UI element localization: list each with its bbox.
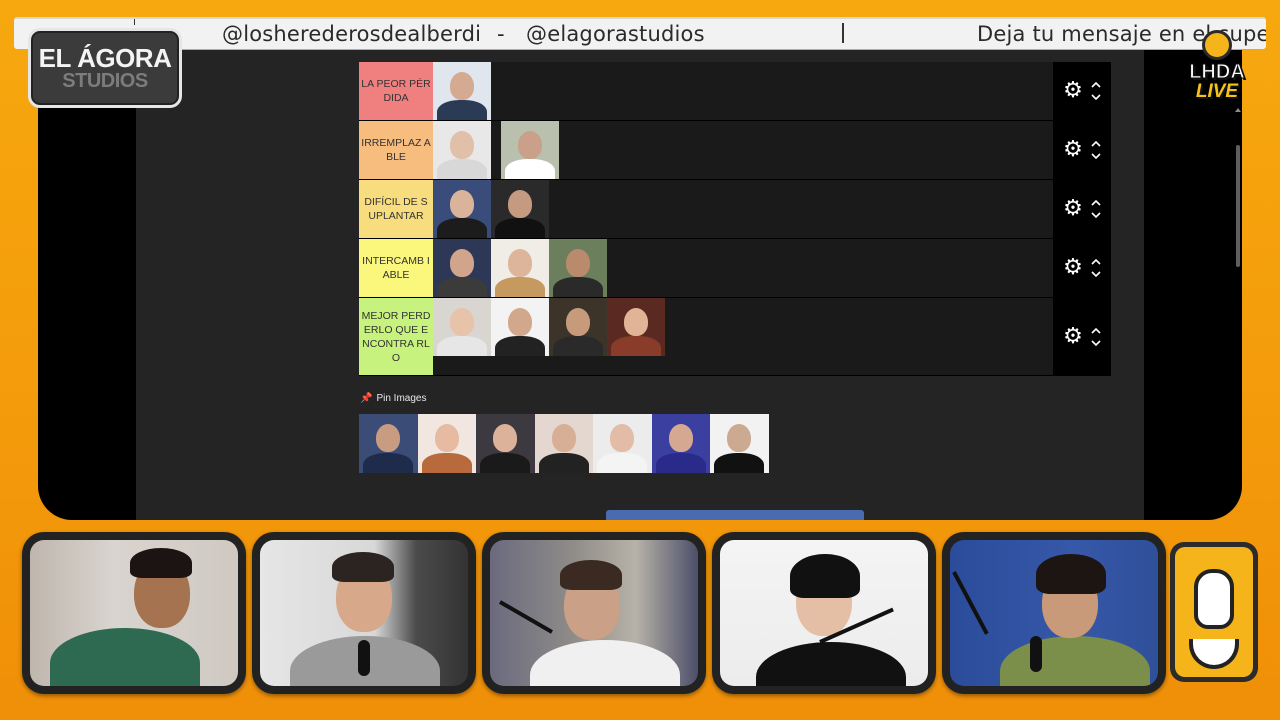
tier-label[interactable]: IRREMPLAZ ABLE <box>359 121 433 179</box>
ticker-bar: @losherederosdealberdi - @elagorastudios… <box>14 17 1266 49</box>
pin-image[interactable] <box>476 414 535 473</box>
tier-controls: ⚙ <box>1053 121 1111 179</box>
pin-image[interactable] <box>710 414 769 473</box>
tier-label[interactable]: INTERCAMB IABLE <box>359 239 433 297</box>
tier-row: DIFÍCIL DE SUPLANTAR ⚙ <box>359 180 1111 239</box>
tier-image[interactable] <box>491 239 549 297</box>
tier-controls: ⚙ <box>1053 298 1111 375</box>
ticker-handle-1: @losherederosdealberdi <box>222 22 482 46</box>
podcast-mic-logo <box>1170 542 1258 682</box>
tier-row: IRREMPLAZ ABLE ⚙ <box>359 121 1111 180</box>
chevron-up-icon[interactable] <box>1091 326 1101 336</box>
gear-icon[interactable]: ⚙ <box>1063 257 1083 279</box>
pin-image[interactable] <box>534 414 593 473</box>
microphone-icon <box>1175 547 1253 677</box>
tier-image[interactable] <box>491 298 549 356</box>
camera-feed <box>950 540 1158 686</box>
chevron-up-icon[interactable] <box>1091 257 1101 267</box>
tier-image[interactable] <box>607 298 665 356</box>
tier-items <box>433 62 1053 120</box>
camera-tile-3 <box>482 532 706 694</box>
chevron-up-icon[interactable] <box>1091 198 1101 208</box>
browser-viewport: LA PEOR PÉRDIDA ⚙ IRREMPLAZ ABLE ⚙ DIFÍCIL D… <box>136 50 1241 520</box>
microphone-icon <box>1202 30 1232 60</box>
pin-images-label: Pin Images <box>376 393 427 404</box>
tier-image[interactable] <box>501 121 559 179</box>
tier-row: MEJOR PERDERLO QUE ENCONTRA RLO ⚙ <box>359 298 1111 376</box>
tier-label[interactable]: LA PEOR PÉRDIDA <box>359 62 433 120</box>
scrollbar-thumb[interactable] <box>1236 145 1240 267</box>
ticker-handle-2: @elagorastudios <box>526 22 705 46</box>
tier-image[interactable] <box>433 121 491 179</box>
chevron-down-icon[interactable] <box>1091 151 1101 161</box>
tier-row: LA PEOR PÉRDIDA ⚙ <box>359 62 1111 121</box>
save-button[interactable] <box>606 510 864 520</box>
gear-icon[interactable]: ⚙ <box>1063 325 1083 348</box>
logo-left-line1: EL ÁGORA <box>38 43 172 73</box>
pin-images-row <box>359 414 769 473</box>
camera-feed <box>30 540 238 686</box>
tier-image[interactable] <box>433 298 491 356</box>
camera-feed <box>490 540 698 686</box>
gear-icon[interactable]: ⚙ <box>1063 139 1083 161</box>
pin-image[interactable] <box>651 414 710 473</box>
tier-image[interactable] <box>433 239 491 297</box>
ticker-divider <box>842 23 844 43</box>
tier-row: INTERCAMB IABLE ⚙ <box>359 239 1111 298</box>
tier-label[interactable]: DIFÍCIL DE SUPLANTAR <box>359 180 433 238</box>
chevron-down-icon[interactable] <box>1091 210 1101 220</box>
lhda-live-logo: LHDA LIVE <box>1178 28 1256 128</box>
chevron-down-icon[interactable] <box>1091 269 1101 279</box>
ticker-divider <box>134 19 135 25</box>
tier-controls: ⚙ <box>1053 180 1111 238</box>
gear-icon[interactable]: ⚙ <box>1063 198 1083 220</box>
tier-controls: ⚙ <box>1053 62 1111 120</box>
tier-items <box>433 298 1053 375</box>
tier-label[interactable]: MEJOR PERDERLO QUE ENCONTRA RLO <box>359 298 433 375</box>
tier-items <box>433 180 1053 238</box>
logo-right-line2: LIVE <box>1195 81 1239 102</box>
pin-image[interactable] <box>417 414 476 473</box>
pin-image[interactable] <box>593 414 652 473</box>
chevron-down-icon[interactable] <box>1091 92 1101 102</box>
tier-image[interactable] <box>433 180 491 238</box>
gear-icon[interactable]: ⚙ <box>1063 80 1083 102</box>
tier-controls: ⚙ <box>1053 239 1111 297</box>
camera-feed <box>720 540 928 686</box>
camera-tile-1 <box>22 532 246 694</box>
pushpin-icon: 📌 <box>360 393 373 404</box>
pin-image[interactable] <box>359 414 418 473</box>
chevron-up-icon[interactable] <box>1091 80 1101 90</box>
tier-image[interactable] <box>549 239 607 297</box>
tier-items <box>433 121 1053 179</box>
tier-list: LA PEOR PÉRDIDA ⚙ IRREMPLAZ ABLE ⚙ DIFÍCIL D… <box>359 62 1111 376</box>
el-agora-logo: EL ÁGORA STUDIOS <box>28 28 182 108</box>
logo-left-line2: STUDIOS <box>62 70 148 92</box>
camera-feed <box>260 540 468 686</box>
tier-items <box>433 239 1053 297</box>
chevron-up-icon[interactable] <box>1091 139 1101 149</box>
ticker-dash: - <box>497 22 505 46</box>
shared-screen: LA PEOR PÉRDIDA ⚙ IRREMPLAZ ABLE ⚙ DIFÍCIL D… <box>38 50 1242 520</box>
chevron-down-icon[interactable] <box>1091 338 1101 348</box>
tier-image[interactable] <box>491 180 549 238</box>
logo-right-line1: LHDA <box>1189 61 1246 83</box>
camera-tile-4 <box>712 532 936 694</box>
pin-images-header: 📌 Pin Images <box>360 393 426 404</box>
tier-image[interactable] <box>549 298 607 356</box>
camera-tile-5 <box>942 532 1166 694</box>
tier-image[interactable] <box>433 62 491 120</box>
camera-tile-2 <box>252 532 476 694</box>
